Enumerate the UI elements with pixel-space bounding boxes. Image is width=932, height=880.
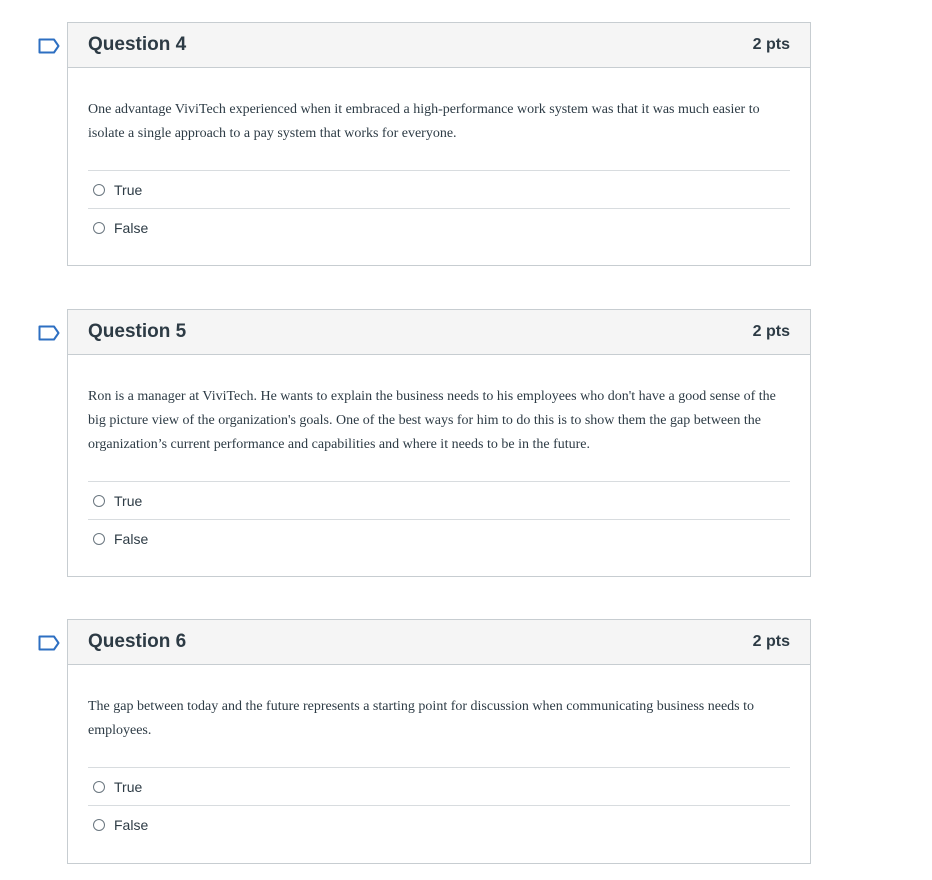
question-body: One advantage ViviTech experienced when … xyxy=(68,68,810,258)
question-title: Question 6 xyxy=(88,631,187,652)
answer-label[interactable]: True xyxy=(114,182,142,198)
answer-label[interactable]: True xyxy=(114,779,142,795)
answer-option-false[interactable]: False xyxy=(88,520,790,557)
question-points: 2 pts xyxy=(752,323,790,340)
radio-button-icon[interactable] xyxy=(93,494,105,507)
question-text: Ron is a manager at ViviTech. He wants t… xyxy=(88,389,776,452)
question-title: Question 4 xyxy=(88,34,187,55)
answer-label[interactable]: False xyxy=(114,531,148,547)
answer-option-true[interactable]: True xyxy=(88,171,790,209)
answer-label[interactable]: False xyxy=(114,817,148,833)
radio-button-icon[interactable] xyxy=(93,183,105,196)
answer-label[interactable]: True xyxy=(114,493,142,509)
question-text: One advantage ViviTech experienced when … xyxy=(88,102,760,141)
question-points: 2 pts xyxy=(752,633,790,650)
radio-button-icon[interactable] xyxy=(93,221,105,234)
question-header: Question 4 2 pts xyxy=(68,23,810,68)
answer-list: True False xyxy=(88,767,790,843)
flag-question-icon[interactable] xyxy=(38,325,60,341)
question-header: Question 5 2 pts xyxy=(68,310,810,355)
answer-label[interactable]: False xyxy=(114,220,148,236)
flag-question-icon[interactable] xyxy=(38,38,60,54)
answer-option-false[interactable]: False xyxy=(88,209,790,246)
question-body: Ron is a manager at ViviTech. He wants t… xyxy=(68,355,810,569)
question-title: Question 5 xyxy=(88,321,187,342)
answer-list: True False xyxy=(88,481,790,557)
question-points: 2 pts xyxy=(752,36,790,53)
question-header: Question 6 2 pts xyxy=(68,620,810,665)
radio-button-icon[interactable] xyxy=(93,818,105,831)
radio-button-icon[interactable] xyxy=(93,532,105,545)
answer-list: True False xyxy=(88,170,790,246)
radio-button-icon[interactable] xyxy=(93,780,105,793)
answer-option-false[interactable]: False xyxy=(88,806,790,843)
question-4: Question 4 2 pts One advantage ViviTech … xyxy=(38,22,811,266)
answer-option-true[interactable]: True xyxy=(88,482,790,520)
question-5: Question 5 2 pts Ron is a manager at Viv… xyxy=(38,309,811,577)
question-body: The gap between today and the future rep… xyxy=(68,665,810,855)
answer-option-true[interactable]: True xyxy=(88,768,790,806)
question-text: The gap between today and the future rep… xyxy=(88,699,754,738)
question-6: Question 6 2 pts The gap between today a… xyxy=(38,619,811,864)
flag-question-icon[interactable] xyxy=(38,635,60,651)
